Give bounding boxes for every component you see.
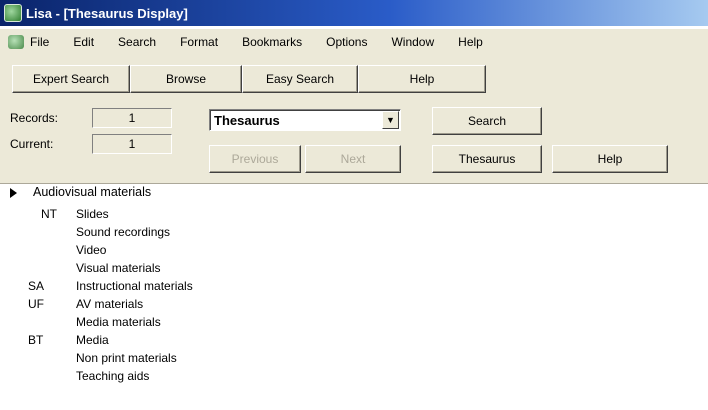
records-label: Records: — [10, 111, 59, 125]
app-icon[interactable] — [4, 4, 22, 22]
related-term[interactable]: Instructional materials — [76, 279, 193, 293]
related-term[interactable]: Media — [76, 333, 109, 347]
search-button[interactable]: Search — [432, 107, 542, 135]
relation-code-uf: UF — [28, 297, 44, 311]
browse-button[interactable]: Browse — [130, 65, 242, 93]
previous-button[interactable]: Previous — [209, 145, 301, 173]
expert-search-button[interactable]: Expert Search — [12, 65, 130, 93]
menu-help[interactable]: Help — [458, 35, 483, 49]
related-term[interactable]: AV materials — [76, 297, 143, 311]
window-title: Lisa - [Thesaurus Display] — [26, 5, 188, 21]
toolbar-help-button[interactable]: Help — [358, 65, 486, 93]
toolbar: Expert Search Browse Easy Search Help Re… — [0, 55, 708, 184]
easy-search-button[interactable]: Easy Search — [242, 65, 358, 93]
related-term[interactable]: Slides — [76, 207, 109, 221]
relation-code-sa: SA — [28, 279, 45, 293]
current-label: Current: — [10, 137, 54, 151]
search-mode-value: Thesaurus — [214, 112, 280, 128]
menu-window[interactable]: Window — [391, 35, 434, 49]
menu-bar: File Edit Search Format Bookmarks Option… — [0, 29, 708, 55]
thesaurus-display: Audiovisual materials NT Slides Sound re… — [0, 184, 708, 410]
menu-options[interactable]: Options — [326, 35, 367, 49]
thesaurus-button[interactable]: Thesaurus — [432, 145, 542, 173]
relation-code-bt: BT — [28, 333, 44, 347]
related-term[interactable]: Teaching aids — [76, 369, 149, 383]
title-bar: Lisa - [Thesaurus Display] — [0, 0, 708, 26]
menu-search[interactable]: Search — [118, 35, 156, 49]
menu-edit[interactable]: Edit — [73, 35, 94, 49]
search-mode-select[interactable]: Thesaurus ▼ — [209, 109, 401, 131]
next-button[interactable]: Next — [305, 145, 401, 173]
menu-bookmarks[interactable]: Bookmarks — [242, 35, 302, 49]
menu-format[interactable]: Format — [180, 35, 218, 49]
chevron-down-icon[interactable]: ▼ — [382, 111, 399, 129]
expand-triangle-icon[interactable] — [10, 188, 17, 198]
related-term[interactable]: Visual materials — [76, 261, 160, 275]
current-value: 1 — [92, 134, 172, 154]
related-term[interactable]: Non print materials — [76, 351, 177, 365]
records-value: 1 — [92, 108, 172, 128]
relation-code-nt: NT — [41, 207, 57, 221]
related-term[interactable]: Media materials — [76, 315, 161, 329]
document-icon[interactable] — [8, 35, 24, 49]
related-term[interactable]: Video — [76, 243, 106, 257]
menu-file[interactable]: File — [30, 35, 49, 49]
help-button[interactable]: Help — [552, 145, 668, 173]
related-term[interactable]: Sound recordings — [76, 225, 170, 239]
main-term[interactable]: Audiovisual materials — [33, 185, 151, 199]
